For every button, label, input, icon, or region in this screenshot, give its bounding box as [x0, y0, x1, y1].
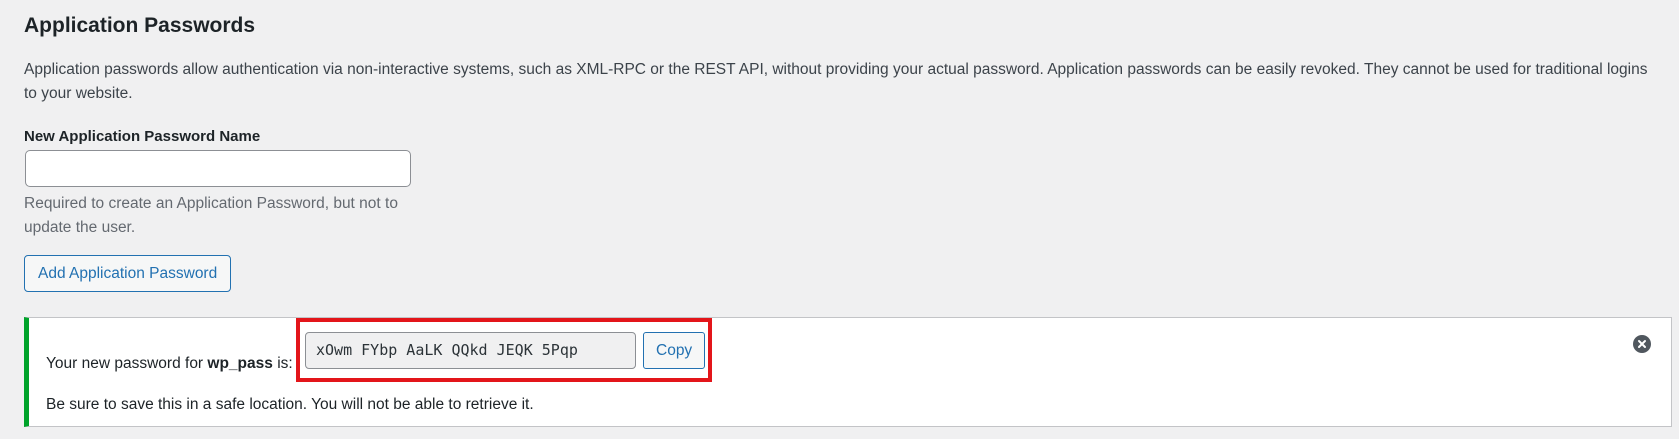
password-highlight-box: xOwm FYbp AaLK QQkd JEQK 5Pqp Copy: [296, 318, 712, 382]
section-description: Application passwords allow authenticati…: [24, 61, 1648, 102]
application-passwords-section: Application Passwords Application passwo…: [0, 0, 1679, 439]
new-password-name-label: New Application Password Name: [24, 128, 261, 145]
new-password-name-input[interactable]: [25, 150, 411, 187]
save-warning-text: Be sure to save this in a safe location.…: [46, 396, 534, 413]
new-password-message: Your new password for wp_pass is:: [46, 344, 293, 384]
notice-username: wp_pass: [207, 355, 273, 372]
add-application-password-button[interactable]: Add Application Password: [24, 255, 232, 292]
notice-prefix: Your new password for: [46, 355, 208, 372]
new-password-notice: Your new password for wp_pass is: xOwm F…: [24, 317, 1672, 427]
password-name-help-text: Required to create an Application Passwo…: [24, 195, 398, 236]
copy-password-button[interactable]: Copy: [643, 331, 706, 369]
new-password-field[interactable]: xOwm FYbp AaLK QQkd JEQK 5Pqp: [305, 331, 636, 369]
dismiss-icon[interactable]: [1633, 335, 1651, 353]
notice-suffix: is:: [272, 355, 293, 372]
section-title: Application Passwords: [24, 14, 256, 37]
